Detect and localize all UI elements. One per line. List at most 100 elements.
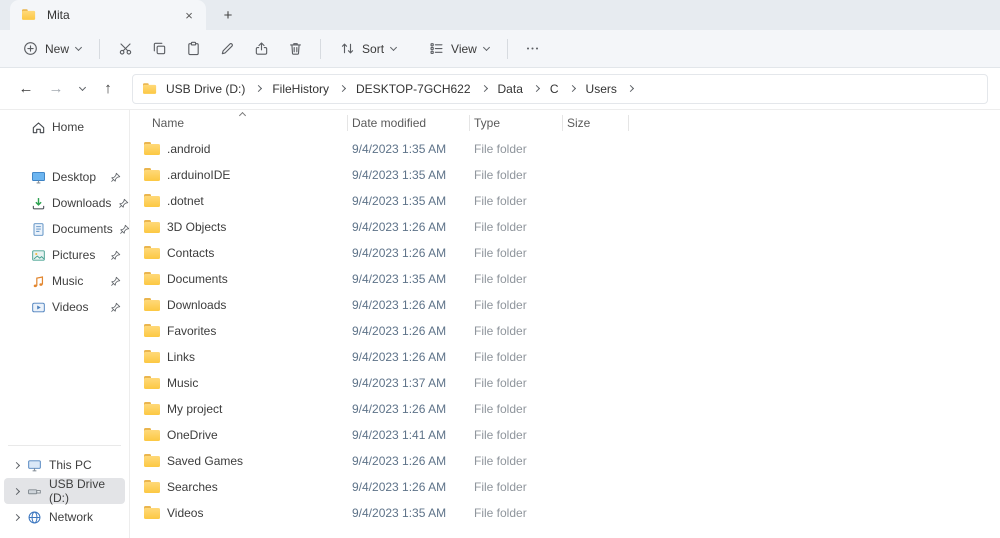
paste-icon — [185, 41, 201, 57]
file-name: 3D Objects — [167, 220, 226, 234]
up-button[interactable]: ↑ — [94, 75, 122, 103]
pin-icon — [109, 171, 121, 183]
file-row[interactable]: .dotnet 9/4/2023 1:35 AM File folder — [138, 188, 1000, 214]
music-icon — [30, 273, 46, 289]
folder-icon — [22, 9, 36, 20]
column-header-date-modified[interactable]: Date modified — [348, 110, 470, 136]
file-row[interactable]: OneDrive 9/4/2023 1:41 AM File folder — [138, 422, 1000, 448]
sidebar-item-home[interactable]: Home — [0, 114, 129, 140]
chevron-down-icon — [390, 44, 397, 51]
file-row[interactable]: Documents 9/4/2023 1:35 AM File folder — [138, 266, 1000, 292]
column-header-size[interactable]: Size — [563, 110, 629, 136]
file-row[interactable]: 3D Objects 9/4/2023 1:26 AM File folder — [138, 214, 1000, 240]
sort-button-label: Sort — [362, 42, 384, 56]
sidebar-item-network[interactable]: Network — [4, 504, 125, 530]
sidebar-item-downloads[interactable]: Downloads — [0, 190, 129, 216]
column-label: Date modified — [352, 116, 426, 130]
file-name: Contacts — [167, 246, 214, 260]
file-name: OneDrive — [167, 428, 218, 442]
desktop-icon — [30, 169, 46, 185]
cut-button[interactable] — [108, 34, 142, 64]
file-row[interactable]: Links 9/4/2023 1:26 AM File folder — [138, 344, 1000, 370]
chevron-right-icon — [255, 85, 262, 92]
breadcrumb[interactable]: USB Drive (D:) FileHistory DESKTOP-7GCH6… — [132, 74, 988, 104]
sidebar-item-music[interactable]: Music — [0, 268, 129, 294]
file-name: Saved Games — [167, 454, 243, 468]
file-date: 9/4/2023 1:26 AM — [348, 480, 470, 494]
new-button[interactable]: New — [12, 35, 91, 63]
chevron-right-icon — [13, 461, 20, 468]
file-row[interactable]: Music 9/4/2023 1:37 AM File folder — [138, 370, 1000, 396]
folder-icon — [144, 506, 161, 520]
folder-icon — [143, 83, 157, 94]
column-header-type[interactable]: Type — [470, 110, 563, 136]
file-date: 9/4/2023 1:35 AM — [348, 168, 470, 182]
column-label: Name — [152, 116, 184, 130]
breadcrumb-item[interactable]: Data — [494, 79, 527, 99]
scissors-icon — [117, 41, 133, 57]
more-options-button[interactable] — [516, 34, 550, 64]
file-name: .dotnet — [167, 194, 204, 208]
file-date: 9/4/2023 1:35 AM — [348, 272, 470, 286]
forward-button[interactable]: → — [42, 75, 70, 103]
delete-button[interactable] — [278, 34, 312, 64]
folder-icon — [144, 194, 161, 208]
view-button-label: View — [451, 42, 477, 56]
column-header-name[interactable]: Name — [138, 110, 348, 136]
chevron-right-icon — [13, 487, 20, 494]
sidebar-item-pictures[interactable]: Pictures — [0, 242, 129, 268]
sidebar-spacer — [0, 320, 129, 441]
file-row[interactable]: .android 9/4/2023 1:35 AM File folder — [138, 136, 1000, 162]
sidebar-item-this-pc[interactable]: This PC — [4, 452, 125, 478]
sidebar-item-desktop[interactable]: Desktop — [0, 164, 129, 190]
share-button[interactable] — [244, 34, 278, 64]
chevron-right-icon — [533, 85, 540, 92]
sidebar-item-videos[interactable]: Videos — [0, 294, 129, 320]
file-date: 9/4/2023 1:26 AM — [348, 298, 470, 312]
file-row[interactable]: Searches 9/4/2023 1:26 AM File folder — [138, 474, 1000, 500]
sidebar-tree: This PC USB Drive (D:) Network — [0, 452, 129, 538]
back-button[interactable]: ← — [12, 75, 40, 103]
this-pc-icon — [26, 457, 42, 473]
breadcrumb-item[interactable]: Users — [582, 79, 621, 99]
file-name: Links — [167, 350, 195, 364]
recent-locations-button[interactable] — [72, 75, 92, 103]
sidebar-item-label: Videos — [52, 300, 88, 314]
sidebar-item-documents[interactable]: Documents — [0, 216, 129, 242]
file-row[interactable]: Videos 9/4/2023 1:35 AM File folder — [138, 500, 1000, 526]
plus-circle-icon — [22, 41, 38, 57]
file-row[interactable]: Saved Games 9/4/2023 1:26 AM File folder — [138, 448, 1000, 474]
close-tab-icon[interactable]: × — [180, 6, 198, 24]
file-row[interactable]: .arduinoIDE 9/4/2023 1:35 AM File folder — [138, 162, 1000, 188]
file-row[interactable]: Contacts 9/4/2023 1:26 AM File folder — [138, 240, 1000, 266]
folder-icon — [144, 350, 161, 364]
pin-icon — [117, 197, 129, 209]
view-button[interactable]: View — [418, 35, 499, 63]
breadcrumb-item[interactable]: C — [546, 79, 563, 99]
file-name: Downloads — [167, 298, 226, 312]
sort-button[interactable]: Sort — [329, 35, 406, 63]
breadcrumb-item[interactable]: FileHistory — [268, 79, 333, 99]
paste-button[interactable] — [176, 34, 210, 64]
file-type: File folder — [470, 454, 563, 468]
sidebar-item-usb-drive[interactable]: USB Drive (D:) — [4, 478, 125, 504]
file-type: File folder — [470, 194, 563, 208]
breadcrumb-item[interactable]: USB Drive (D:) — [162, 79, 249, 99]
column-headers: Name Date modified Type Size — [138, 110, 1000, 136]
downloads-icon — [30, 195, 46, 211]
tab-title: Mita — [47, 8, 70, 22]
file-row[interactable]: My project 9/4/2023 1:26 AM File folder — [138, 396, 1000, 422]
file-row[interactable]: Favorites 9/4/2023 1:26 AM File folder — [138, 318, 1000, 344]
breadcrumb-item[interactable]: DESKTOP-7GCH622 — [352, 79, 475, 99]
new-tab-button[interactable]: + — [214, 2, 242, 28]
sidebar-item-label: USB Drive (D:) — [49, 477, 121, 505]
title-bar: Mita × + — [0, 0, 1000, 30]
file-row[interactable]: Downloads 9/4/2023 1:26 AM File folder — [138, 292, 1000, 318]
copy-button[interactable] — [142, 34, 176, 64]
rename-button[interactable] — [210, 34, 244, 64]
column-label: Size — [567, 116, 590, 130]
explorer-tab[interactable]: Mita × — [10, 0, 206, 30]
documents-icon — [30, 221, 46, 237]
folder-icon — [144, 168, 161, 182]
file-date: 9/4/2023 1:35 AM — [348, 506, 470, 520]
